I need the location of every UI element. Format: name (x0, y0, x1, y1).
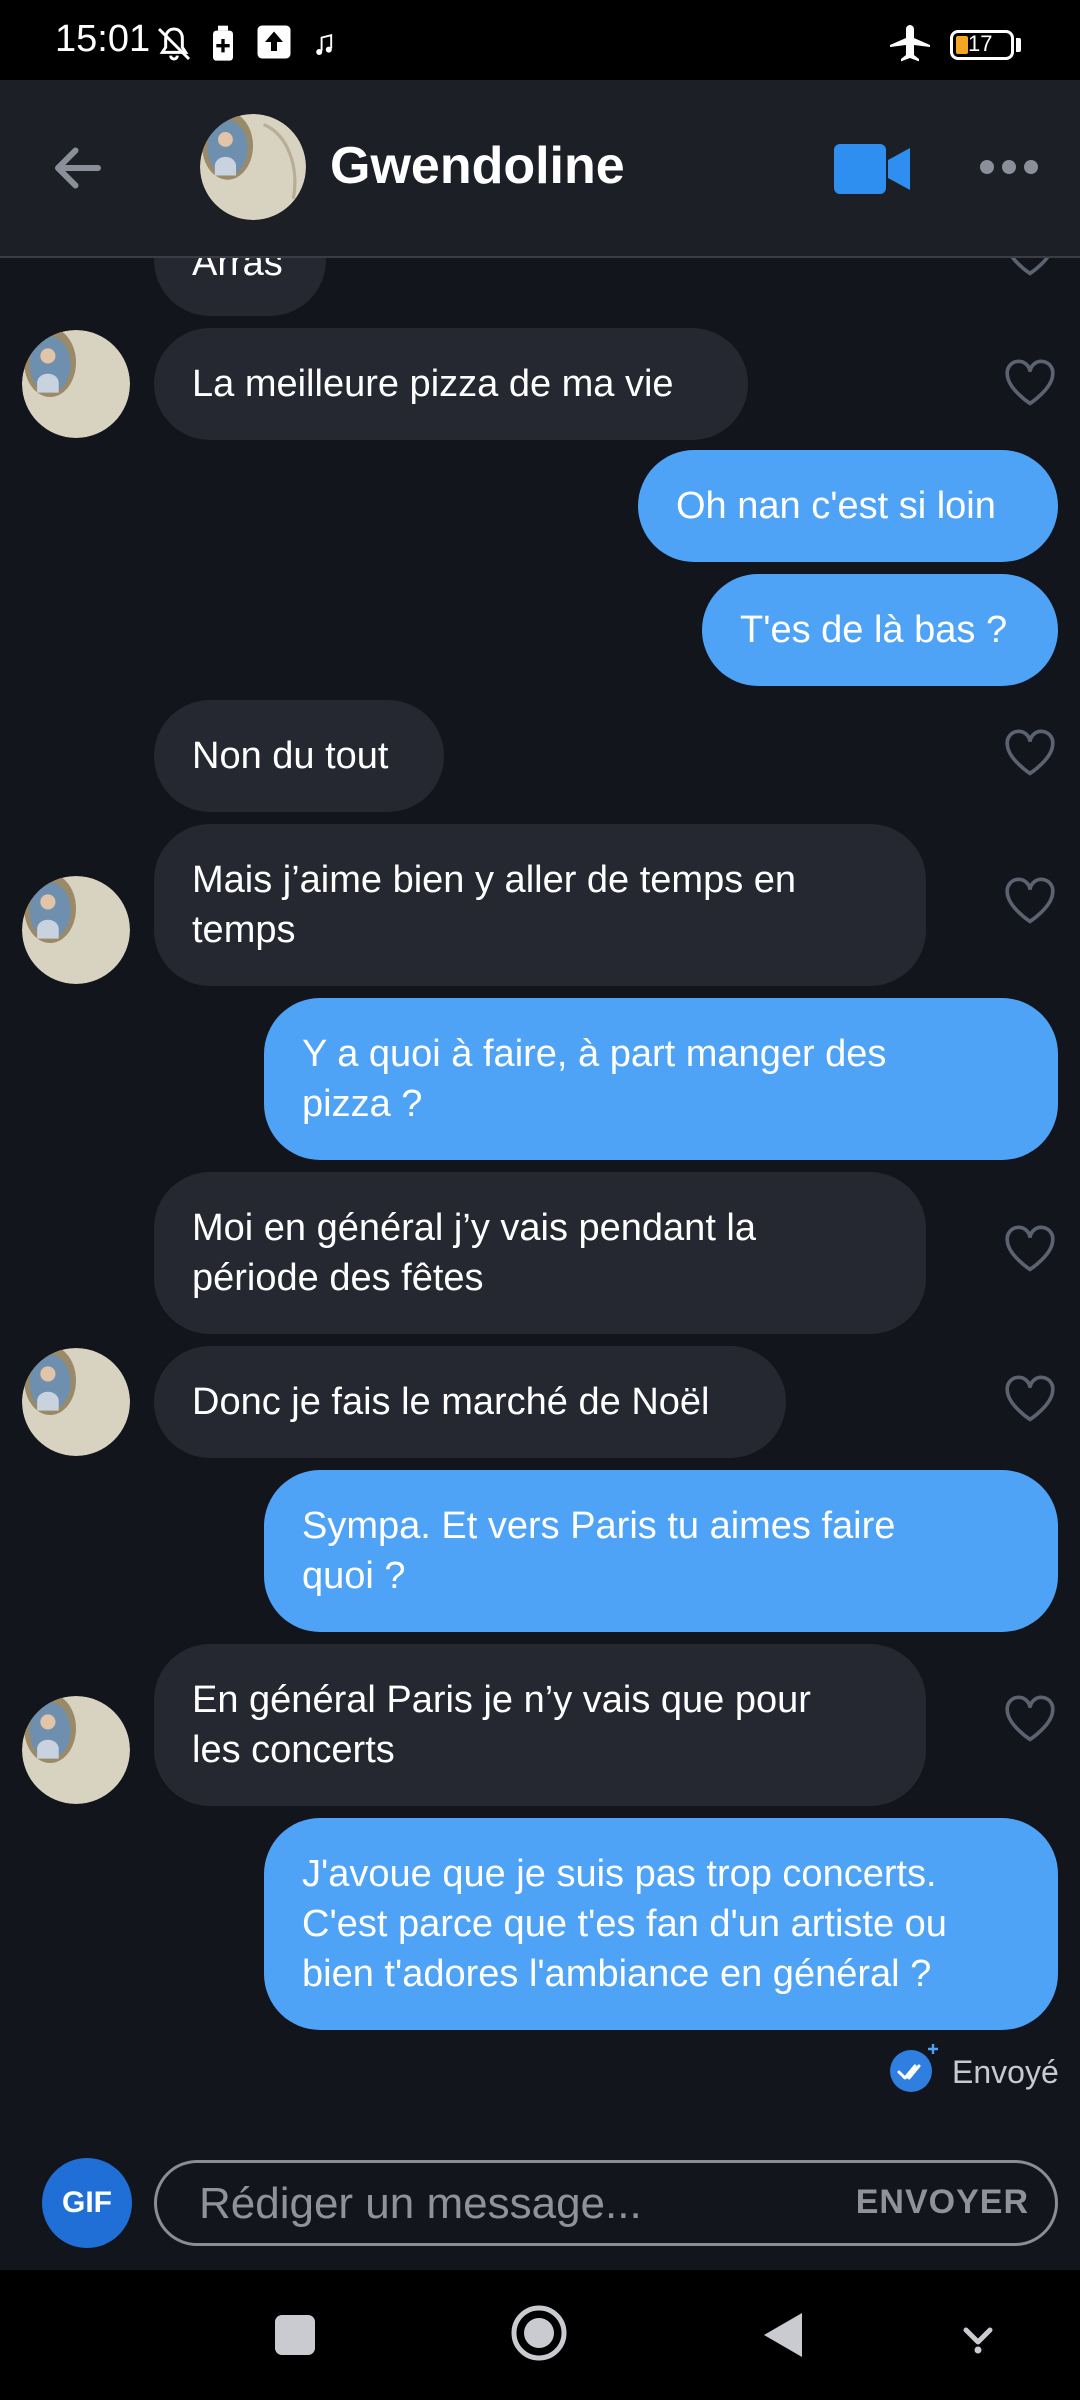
message-line: En général Paris je n’y vais que pour (192, 1679, 811, 1721)
message-line: Moi en général j’y vais pendant la (192, 1207, 757, 1249)
message-received[interactable]: Mais j’aime bien y aller de temps en tem… (154, 824, 926, 986)
avatar[interactable] (22, 1348, 130, 1456)
double-check-icon (890, 2050, 932, 2092)
message-sent[interactable]: J'avoue que je suis pas trop concerts. C… (264, 1818, 1058, 2030)
composer: GIF Rédiger un message... ENVOYER (0, 2140, 1080, 2270)
bell-off-icon (157, 27, 191, 61)
contact-avatar[interactable] (200, 114, 306, 220)
avatar[interactable] (22, 330, 130, 438)
message-sent[interactable]: T'es de là bas ? (702, 574, 1058, 686)
back-triangle-icon[interactable] (760, 2310, 806, 2360)
message-input[interactable]: Rédiger un message... ENVOYER (154, 2160, 1058, 2246)
message-received[interactable]: Non du tout (154, 700, 444, 812)
message-line: Sympa. Et vers Paris tu aimes faire (302, 1505, 896, 1547)
home-circle-icon[interactable] (510, 2304, 568, 2362)
message-received[interactable]: La meilleure pizza de ma vie (154, 328, 748, 440)
keyboard-hide-icon[interactable] (958, 2316, 998, 2356)
avatar[interactable] (22, 876, 130, 984)
message-line: quoi ? (302, 1555, 406, 1597)
heart-icon[interactable] (1002, 1694, 1058, 1744)
message-line: J'avoue que je suis pas trop concerts. (302, 1853, 937, 1895)
message-received[interactable]: Moi en général j’y vais pendant la pério… (154, 1172, 926, 1334)
music-note-icon (316, 34, 333, 55)
message-list[interactable]: Arras La meilleure pizza de ma vie Oh na… (0, 258, 1080, 2128)
status-bar: 15:01 17 (0, 0, 1080, 80)
battery-icon: 17 (950, 30, 1014, 60)
system-navbar (0, 2270, 1080, 2400)
heart-icon[interactable] (1002, 1224, 1058, 1274)
video-camera-icon[interactable] (834, 144, 910, 194)
message-text: T'es de là bas ? (740, 609, 1008, 651)
message-line: Mais j’aime bien y aller de temps en (192, 859, 797, 901)
message-text: La meilleure pizza de ma vie (192, 363, 674, 405)
status-time: 15:01 (55, 18, 151, 60)
avatar[interactable] (22, 1696, 130, 1804)
recents-square-icon[interactable] (274, 2314, 316, 2356)
chat-header: Gwendoline (0, 80, 1080, 258)
message-input-placeholder: Rédiger un message... (199, 2179, 642, 2228)
message-received[interactable]: Donc je fais le marché de Noël (154, 1346, 786, 1458)
airplane-icon (890, 25, 930, 62)
arrow-left-icon[interactable] (48, 138, 108, 198)
send-button[interactable]: ENVOYER (856, 2183, 1029, 2222)
heart-icon[interactable] (1002, 728, 1058, 778)
message-line: C'est parce que t'es fan d'un artiste ou (302, 1903, 947, 1945)
battery-level: 17 (968, 31, 993, 56)
message-sent[interactable]: Oh nan c'est si loin (638, 450, 1058, 562)
message-line: Y a quoi à faire, à part manger des (302, 1033, 887, 1075)
message-received[interactable]: Arras (154, 258, 326, 316)
message-text: Donc je fais le marché de Noël (192, 1381, 710, 1423)
gif-button[interactable]: GIF (42, 2158, 132, 2248)
sent-label: Envoyé (952, 2054, 1059, 2090)
message-received[interactable]: En général Paris je n’y vais que pour le… (154, 1644, 926, 1806)
plus-icon (928, 2044, 938, 2054)
message-text: Arras (192, 258, 283, 284)
message-line: les concerts (192, 1729, 395, 1771)
message-sent[interactable]: Y a quoi à faire, à part manger des pizz… (264, 998, 1058, 1160)
contact-name[interactable]: Gwendoline (330, 136, 625, 196)
battery-saver-icon (213, 25, 233, 61)
heart-icon[interactable] (1002, 1374, 1058, 1424)
message-line: bien t'adores l'ambiance en général ? (302, 1953, 932, 1995)
more-dots-icon[interactable] (978, 156, 1040, 178)
message-line: pizza ? (302, 1083, 423, 1125)
heart-icon[interactable] (1002, 358, 1058, 408)
message-text: Non du tout (192, 735, 389, 777)
message-text: Oh nan c'est si loin (676, 485, 996, 527)
upload-icon (257, 25, 291, 59)
heart-icon[interactable] (1002, 876, 1058, 926)
message-sent[interactable]: Sympa. Et vers Paris tu aimes faire quoi… (264, 1470, 1058, 1632)
message-line: temps (192, 909, 296, 951)
heart-icon[interactable] (1002, 258, 1058, 278)
message-line: période des fêtes (192, 1257, 484, 1299)
